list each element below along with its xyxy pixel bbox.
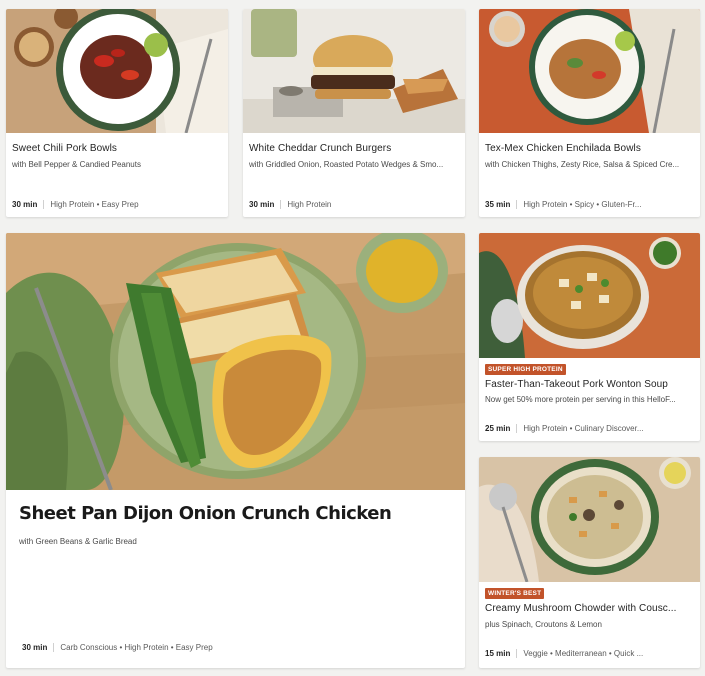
cook-time: 25 min (485, 424, 518, 433)
recipe-card-sheet-pan-dijon-onion-crunch-chicken[interactable]: Sheet Pan Dijon Onion Crunch Chicken wit… (6, 233, 465, 668)
enchilada-bowl-photo[interactable] (479, 9, 700, 133)
cook-time: 30 min (22, 643, 55, 652)
recipe-meta: 15 min Veggie • Mediterranean • Quick ..… (485, 649, 692, 658)
wonton-soup-photo[interactable] (479, 233, 700, 358)
promo-badge: SUPER HIGH PROTEIN (485, 364, 566, 375)
recipe-subtitle: plus Spinach, Croutons & Lemon (485, 620, 602, 629)
recipe-subtitle: with Bell Pepper & Candied Peanuts (12, 160, 141, 169)
recipe-title[interactable]: Sweet Chili Pork Bowls (12, 143, 220, 154)
recipe-tags: High Protein • Culinary Discover... (523, 424, 644, 433)
recipe-tags: Carb Conscious • High Protein • Easy Pre… (60, 643, 213, 652)
recipe-title[interactable]: Creamy Mushroom Chowder with Cousc... (485, 603, 694, 614)
recipe-title[interactable]: Faster-Than-Takeout Pork Wonton Soup (485, 379, 694, 390)
recipe-subtitle: with Griddled Onion, Roasted Potato Wedg… (249, 160, 444, 169)
recipe-card-tex-mex-chicken-enchilada-bowls[interactable]: Tex-Mex Chicken Enchilada Bowls with Chi… (479, 9, 700, 217)
recipe-meta: 30 min High Protein • Easy Prep (12, 200, 220, 209)
recipe-subtitle: Now get 50% more protein per serving in … (485, 395, 676, 404)
recipe-subtitle: with Chicken Thighs, Zesty Rice, Salsa &… (485, 160, 680, 169)
recipe-meta: 30 min High Protein (249, 200, 457, 209)
recipe-subtitle: with Green Beans & Garlic Bread (19, 537, 137, 546)
pork-bowl-photo[interactable] (6, 9, 228, 133)
mushroom-chowder-photo[interactable] (479, 457, 700, 582)
recipe-card-pork-wonton-soup[interactable]: SUPER HIGH PROTEIN Faster-Than-Takeout P… (479, 233, 700, 441)
recipe-tags: High Protein • Spicy • Gluten-Fr... (523, 200, 642, 209)
recipe-title[interactable]: White Cheddar Crunch Burgers (249, 143, 457, 154)
promo-badge: WINTER'S BEST (485, 588, 545, 599)
burger-photo[interactable] (243, 9, 465, 133)
recipe-meta: 25 min High Protein • Culinary Discover.… (485, 424, 692, 433)
recipe-meta: 30 min Carb Conscious • High Protein • E… (22, 643, 457, 652)
cook-time: 15 min (485, 649, 518, 658)
recipe-card-sweet-chili-pork-bowls[interactable]: Sweet Chili Pork Bowls with Bell Pepper … (6, 9, 228, 217)
recipe-tags: High Protein • Easy Prep (50, 200, 139, 209)
cook-time: 30 min (249, 200, 282, 209)
recipe-tags: Veggie • Mediterranean • Quick ... (523, 649, 644, 658)
recipe-meta: 35 min High Protein • Spicy • Gluten-Fr.… (485, 200, 692, 209)
cook-time: 35 min (485, 200, 518, 209)
dijon-chicken-photo[interactable] (6, 233, 465, 490)
recipe-title[interactable]: Tex-Mex Chicken Enchilada Bowls (485, 143, 692, 154)
recipe-card-creamy-mushroom-chowder[interactable]: WINTER'S BEST Creamy Mushroom Chowder wi… (479, 457, 700, 668)
recipe-card-white-cheddar-crunch-burgers[interactable]: White Cheddar Crunch Burgers with Griddl… (243, 9, 465, 217)
cook-time: 30 min (12, 200, 45, 209)
recipe-title[interactable]: Sheet Pan Dijon Onion Crunch Chicken (19, 503, 453, 524)
recipe-tags: High Protein (287, 200, 332, 209)
